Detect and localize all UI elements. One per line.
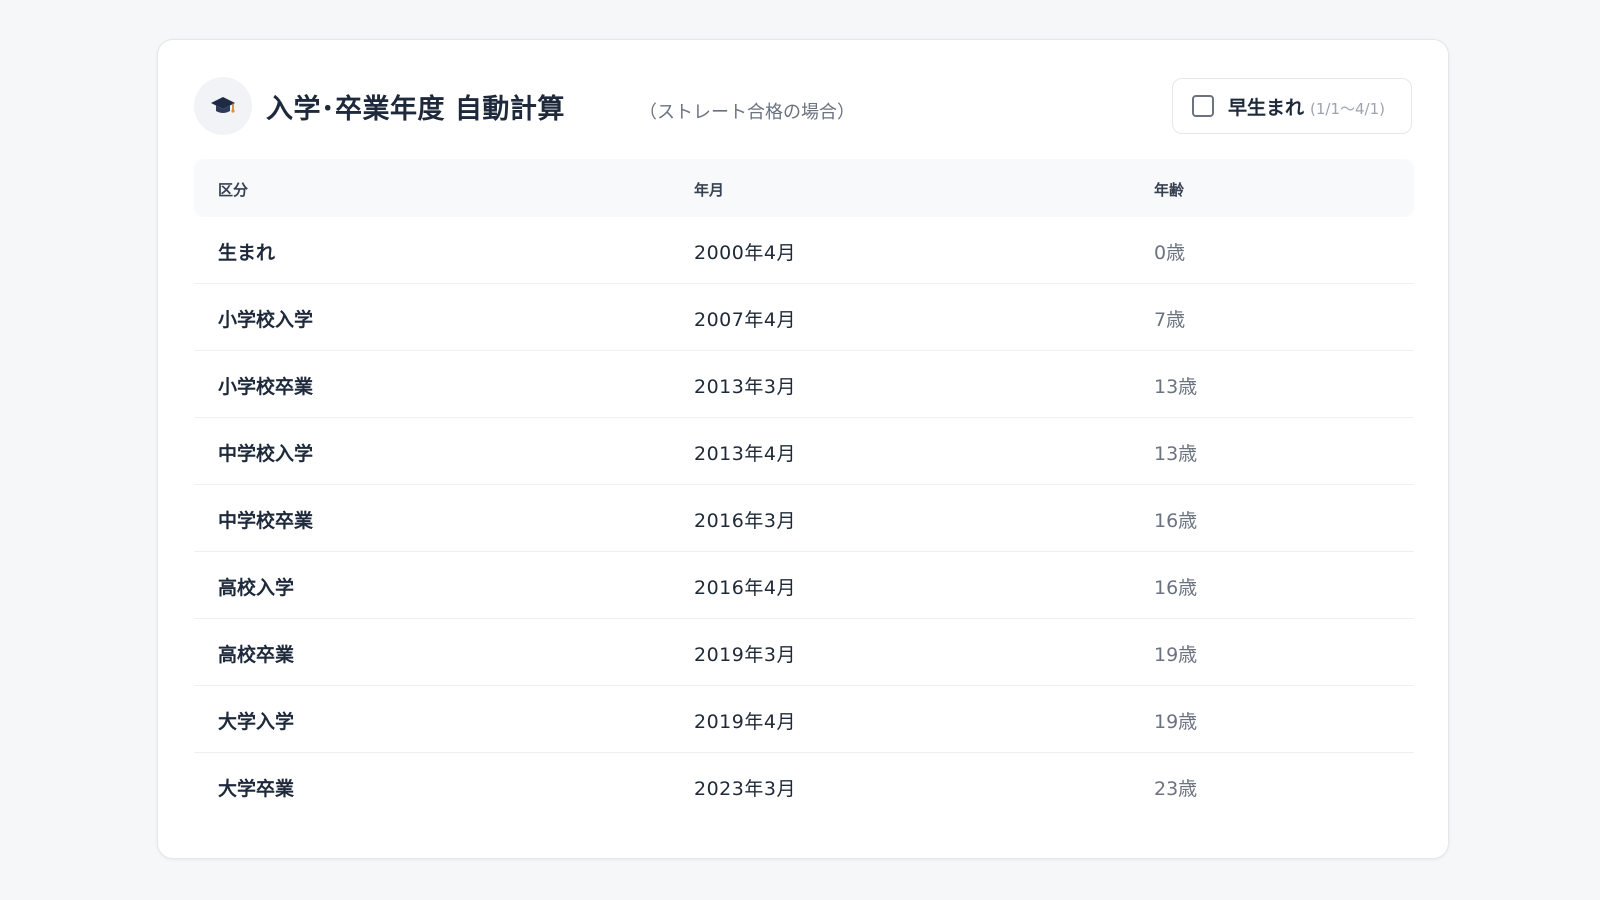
row-age: 13歳 bbox=[1154, 443, 1198, 465]
row-date: 2013年4月 bbox=[694, 443, 796, 465]
early-birth-hint: (1/1〜4/1) bbox=[1310, 100, 1385, 118]
row-category: 中学校入学 bbox=[218, 443, 314, 465]
row-category: 中学校卒業 bbox=[218, 510, 314, 532]
row-category: 高校入学 bbox=[218, 577, 295, 599]
card-header: 入学･卒業年度 自動計算 （ストレート合格の場合） 早生まれ (1/1〜4/1) bbox=[194, 77, 1412, 135]
table-row: 大学卒業 2023年3月 23歳 bbox=[194, 753, 1414, 820]
row-age: 0歳 bbox=[1154, 242, 1186, 264]
row-date: 2023年3月 bbox=[694, 778, 796, 800]
row-date: 2013年3月 bbox=[694, 376, 796, 398]
row-date: 2019年4月 bbox=[694, 711, 796, 733]
row-age: 19歳 bbox=[1154, 711, 1198, 733]
row-date: 2019年3月 bbox=[694, 644, 796, 666]
milestone-table: 区分 年月 年齢 生まれ 2000年4月 0歳 小学校入学 2007年4月 7歳… bbox=[194, 159, 1414, 820]
early-birth-label: 早生まれ bbox=[1228, 97, 1305, 119]
row-date: 2016年3月 bbox=[694, 510, 796, 532]
table-row: 高校入学 2016年4月 16歳 bbox=[194, 552, 1414, 619]
table-row: 小学校入学 2007年4月 7歳 bbox=[194, 284, 1414, 351]
row-category: 小学校卒業 bbox=[218, 376, 314, 398]
row-age: 16歳 bbox=[1154, 510, 1198, 532]
row-age: 13歳 bbox=[1154, 376, 1198, 398]
table-row: 小学校卒業 2013年3月 13歳 bbox=[194, 351, 1414, 418]
page-title: 入学･卒業年度 自動計算 bbox=[266, 94, 565, 125]
row-age: 23歳 bbox=[1154, 778, 1198, 800]
graduation-cap-icon bbox=[211, 97, 235, 113]
table-row: 中学校卒業 2016年3月 16歳 bbox=[194, 485, 1414, 552]
row-age: 16歳 bbox=[1154, 577, 1198, 599]
table-header: 区分 年月 年齢 bbox=[194, 159, 1414, 217]
row-category: 生まれ bbox=[218, 242, 276, 264]
row-age: 7歳 bbox=[1154, 309, 1186, 331]
calculator-card: 入学･卒業年度 自動計算 （ストレート合格の場合） 早生まれ (1/1〜4/1)… bbox=[157, 39, 1449, 859]
page-subtitle: （ストレート合格の場合） bbox=[639, 102, 855, 123]
table-row: 生まれ 2000年4月 0歳 bbox=[194, 217, 1414, 284]
row-category: 大学入学 bbox=[218, 711, 295, 733]
early-birth-checkbox[interactable] bbox=[1192, 95, 1214, 117]
column-header-category: 区分 bbox=[218, 181, 249, 199]
row-date: 2007年4月 bbox=[694, 309, 796, 331]
table-row: 大学入学 2019年4月 19歳 bbox=[194, 686, 1414, 753]
row-category: 大学卒業 bbox=[218, 778, 295, 800]
table-row: 中学校入学 2013年4月 13歳 bbox=[194, 418, 1414, 485]
column-header-date: 年月 bbox=[694, 181, 725, 199]
row-category: 高校卒業 bbox=[218, 644, 295, 666]
column-header-age: 年齢 bbox=[1154, 181, 1185, 199]
icon-badge bbox=[194, 77, 252, 135]
row-date: 2000年4月 bbox=[694, 242, 796, 264]
row-age: 19歳 bbox=[1154, 644, 1198, 666]
row-date: 2016年4月 bbox=[694, 577, 796, 599]
table-body: 生まれ 2000年4月 0歳 小学校入学 2007年4月 7歳 小学校卒業 20… bbox=[194, 217, 1414, 820]
row-category: 小学校入学 bbox=[218, 309, 314, 331]
early-birth-toggle[interactable]: 早生まれ (1/1〜4/1) bbox=[1172, 78, 1412, 134]
table-row: 高校卒業 2019年3月 19歳 bbox=[194, 619, 1414, 686]
